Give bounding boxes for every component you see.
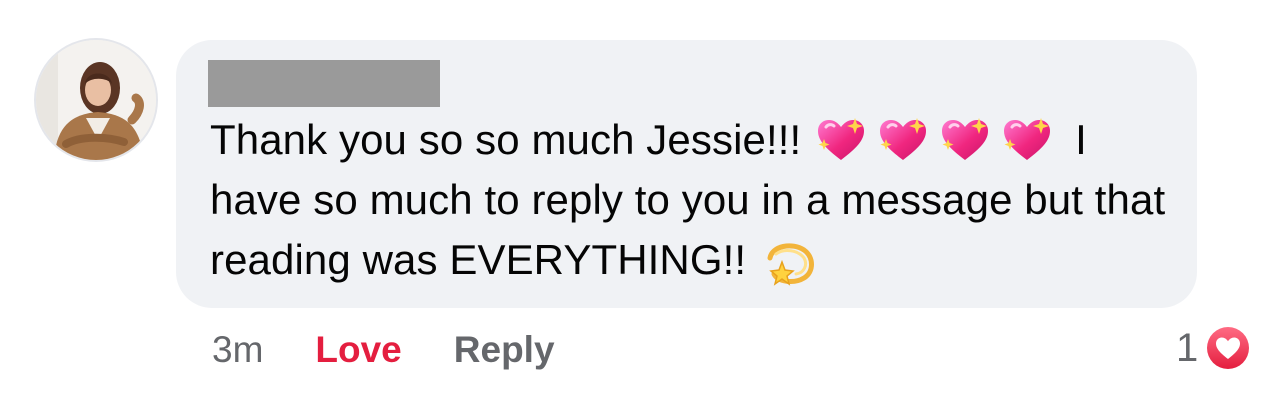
dizzy-emoji-icon <box>767 243 815 286</box>
sparkling-heart-emoji-icon <box>815 117 867 163</box>
love-button[interactable]: Love <box>315 329 401 371</box>
avatar[interactable] <box>36 40 156 160</box>
comment-text-line1: Thank you so so much Jessie!!! <box>210 116 802 163</box>
comment-actions: 3m Love Reply <box>212 325 555 375</box>
comment-timestamp[interactable]: 3m <box>212 329 263 371</box>
comment-text: Thank you so so much Jessie!!! I have so… <box>210 110 1180 290</box>
reply-button[interactable]: Reply <box>454 329 555 371</box>
comment-text-line1-end: I <box>1075 116 1087 163</box>
sparkling-heart-emoji-icon <box>877 117 929 163</box>
avatar-photo-icon <box>36 40 156 160</box>
love-reaction-icon <box>1204 324 1253 372</box>
comment-text-rest: have so much to reply to you in a messag… <box>210 176 1166 283</box>
reaction-summary[interactable]: 1 <box>1176 320 1254 376</box>
redacted-author-name[interactable] <box>208 60 440 107</box>
sparkling-heart-emoji-icon <box>1001 117 1053 163</box>
sparkling-heart-emoji-icon <box>939 117 991 163</box>
reaction-count: 1 <box>1176 325 1199 370</box>
